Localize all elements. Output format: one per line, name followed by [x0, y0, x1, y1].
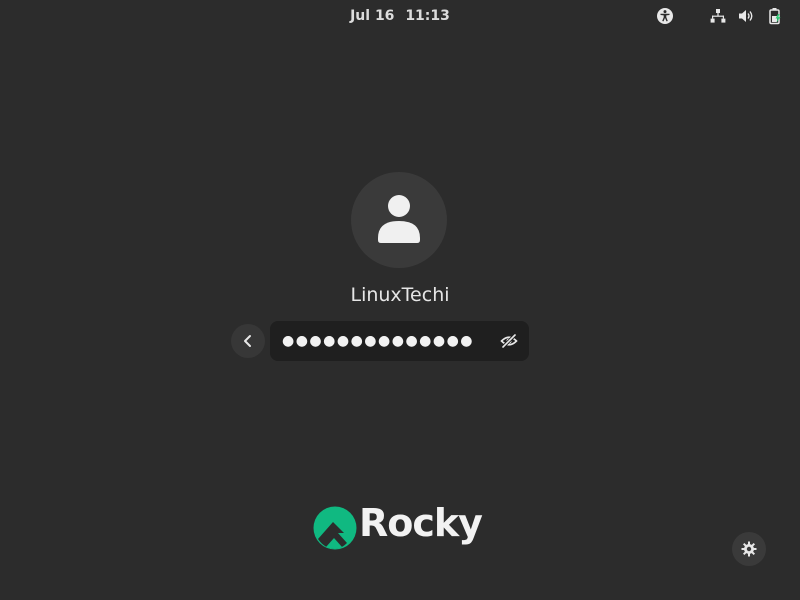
password-field[interactable]: ●●●●●●●●●●●●●●: [270, 321, 529, 361]
user-avatar: [351, 172, 447, 268]
clock-button[interactable]: Jul 16 11:13: [330, 0, 470, 32]
battery-icon[interactable]: [765, 6, 785, 26]
chevron-left-icon: [244, 335, 251, 347]
session-settings-button[interactable]: [732, 532, 766, 566]
top-bar: Jul 16 11:13: [0, 0, 800, 32]
login-screen: Jul 16 11:13 LinuxTechi ●●●●●●●●●●●●●● R…: [0, 0, 800, 600]
reveal-password-button[interactable]: [499, 331, 519, 351]
gear-icon: [741, 541, 757, 557]
user-icon: [378, 195, 420, 243]
time-label: 11:13: [405, 8, 450, 24]
accessibility-icon[interactable]: [655, 6, 675, 26]
network-icon[interactable]: [708, 6, 728, 26]
password-value: ●●●●●●●●●●●●●●: [282, 333, 475, 349]
eye-off-icon: [500, 333, 518, 349]
rocky-mountain-icon: [313, 506, 357, 550]
rocky-logo: Rocky: [313, 501, 493, 552]
logo-text: Rocky: [359, 501, 483, 545]
username-label: LinuxTechi: [350, 284, 450, 306]
date-label: Jul 16: [350, 8, 395, 24]
back-button[interactable]: [231, 324, 265, 358]
volume-icon[interactable]: [736, 6, 756, 26]
